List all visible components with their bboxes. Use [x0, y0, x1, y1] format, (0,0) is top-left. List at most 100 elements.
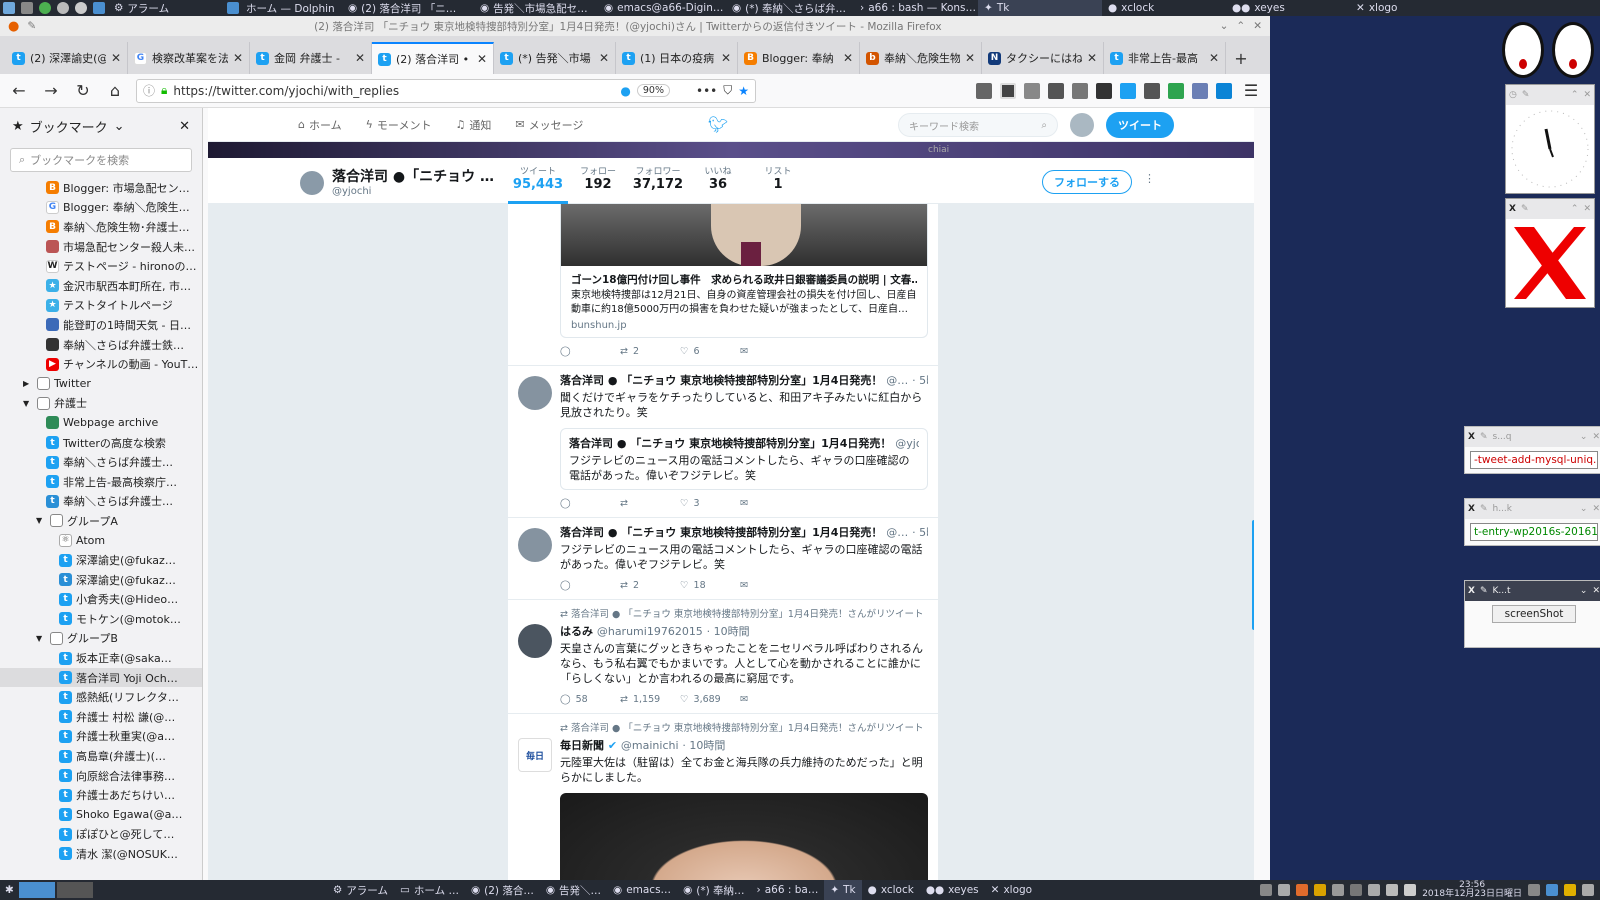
extension-icon[interactable]	[1096, 82, 1112, 99]
bookmark-item[interactable]: t 深澤諭史(@fukaz…	[0, 570, 202, 590]
extension-icon[interactable]	[1216, 82, 1232, 99]
chevron-down-icon[interactable]: ▼	[36, 634, 46, 643]
search-icon[interactable]: ⌕	[1041, 120, 1047, 131]
mini-window[interactable]: X ✎ K...t ⌄ ✕ screenShot	[1464, 580, 1600, 648]
xeyes-widget[interactable]	[1500, 16, 1600, 80]
input-method-icon[interactable]	[1296, 884, 1309, 896]
close-icon[interactable]: ✕	[965, 51, 975, 65]
chevron-up-icon[interactable]: ⌃	[1236, 20, 1245, 32]
pin-icon[interactable]: ✎	[1522, 90, 1530, 100]
forward-button[interactable]: →	[40, 80, 62, 102]
stat-followers[interactable]: フォロワー 37,172	[628, 164, 688, 204]
chevron-down-icon[interactable]: ⌄	[114, 119, 125, 134]
toggle-icon[interactable]: ●	[620, 84, 630, 98]
close-icon[interactable]: ✕	[111, 51, 121, 65]
pin-icon[interactable]: ✎	[1521, 204, 1529, 214]
task-alarm[interactable]: ⚙ アラーム	[108, 0, 218, 16]
close-icon[interactable]: ✕	[1592, 432, 1600, 442]
close-icon[interactable]: ✕	[1583, 204, 1591, 214]
menu-icon[interactable]: ☰	[1240, 80, 1262, 102]
network-icon[interactable]	[1368, 884, 1381, 896]
bookmark-item[interactable]: t 弁護士あだちけい…	[0, 785, 202, 805]
profile-handle[interactable]: @yjochi	[332, 186, 371, 197]
reply-button[interactable]: ◯	[560, 580, 620, 591]
star-icon[interactable]: ★	[738, 84, 749, 98]
chevron-down-icon[interactable]: ⌄	[1580, 586, 1588, 596]
retweet-button[interactable]: ⇄ 2	[620, 580, 680, 591]
desktop-pager-1[interactable]	[18, 882, 55, 898]
chevron-down-icon[interactable]: ⌄	[1580, 504, 1588, 514]
task-tk[interactable]: ✦ Tk	[978, 0, 1102, 16]
task-dolphin[interactable]: ▭ ホーム …	[394, 880, 465, 900]
screenshot-button[interactable]: screenShot	[1491, 605, 1577, 623]
task-firefox[interactable]: ◉ (*) 奉納＼さらば弁…	[726, 0, 854, 16]
launcher-icon[interactable]	[57, 2, 69, 14]
tweet-photo[interactable]	[560, 793, 928, 880]
tweet[interactable]: 落合洋司 ● 「ニチョウ 東京地検特捜部特別分室」1月4日発売！ @… · 5時…	[508, 366, 938, 518]
bookmark-item[interactable]: t 小倉秀夫(@Hideo…	[0, 589, 202, 609]
browser-tab[interactable]: t (*) 告発＼市場 ✕	[494, 42, 616, 74]
tray-icon[interactable]	[1260, 884, 1273, 896]
close-icon[interactable]: ✕	[1592, 504, 1600, 514]
bookmark-folder[interactable]: ▼ グループA	[0, 511, 202, 531]
extension-icon[interactable]	[1024, 82, 1040, 99]
menu-icon[interactable]	[1582, 884, 1594, 896]
close-icon[interactable]: ✕	[843, 51, 853, 65]
retweet-button[interactable]: ⇄	[620, 498, 680, 509]
stat-likes[interactable]: いいね 36	[688, 164, 748, 204]
extension-icon[interactable]	[1192, 82, 1208, 99]
dm-button[interactable]: ✉	[740, 694, 800, 705]
close-icon[interactable]: ✕	[179, 119, 190, 134]
twitter-search-input[interactable]: キーワード検索 ⌕	[898, 113, 1058, 137]
tweet-button[interactable]: ツイート	[1106, 112, 1174, 138]
bookmark-item[interactable]: t 弁護士 村松 謙(@…	[0, 707, 202, 727]
stat-following[interactable]: フォロー 192	[568, 164, 628, 204]
nav-moments[interactable]: ϟ モーメント	[366, 117, 432, 133]
close-icon[interactable]: ✕	[1253, 20, 1262, 32]
bookmark-folder[interactable]: ▶ Twitter	[0, 374, 202, 394]
bookmark-item[interactable]: t 奉納＼さらば弁護士…	[0, 452, 202, 472]
bookmark-item[interactable]: t 坂本正幸(@saka…	[0, 648, 202, 668]
nav-messages[interactable]: ✉ メッセージ	[515, 117, 583, 133]
bookmark-item[interactable]: t Twitterの高度な検索	[0, 433, 202, 453]
chevron-down-icon[interactable]: ▼	[36, 516, 46, 525]
stat-lists[interactable]: リスト 1	[748, 164, 808, 204]
task-firefox[interactable]: ◉ 告発＼市場急配セ…	[474, 0, 598, 16]
command-input[interactable]: t-entry-wp2016s-20161	[1470, 523, 1598, 541]
extension-icon[interactable]	[1072, 82, 1088, 99]
launcher-icon[interactable]	[39, 2, 51, 14]
bookmark-item[interactable]: t 非常上告-最高検察庁…	[0, 472, 202, 492]
bookmark-item[interactable]: t 奉納＼さらば弁護士…	[0, 492, 202, 512]
clipboard-icon[interactable]	[1144, 82, 1160, 99]
tray-icon[interactable]	[1332, 884, 1345, 896]
mainichi-logo-icon[interactable]: 毎日	[518, 738, 552, 772]
avatar[interactable]	[300, 171, 324, 195]
avatar[interactable]	[518, 376, 552, 410]
close-icon[interactable]: ✕	[1209, 51, 1219, 65]
profile-name[interactable]: 落合洋司 ●「ニチョウ …	[332, 166, 494, 186]
task-firefox[interactable]: ◉ (*) 奉納…	[677, 880, 750, 900]
browser-tab[interactable]: G 検察改革案を法 ✕	[128, 42, 250, 74]
browser-tab[interactable]: t 非常上告-最高 ✕	[1104, 42, 1226, 74]
tweet[interactable]: 落合洋司 ● 「ニチョウ 東京地検特捜部特別分室」1月4日発売！ @… · 5時…	[508, 518, 938, 600]
dm-button[interactable]: ✉	[740, 498, 800, 509]
bookmark-item[interactable]: t ぽぽひと@死して…	[0, 825, 202, 845]
browser-tab[interactable]: B Blogger: 奉納 ✕	[738, 42, 860, 74]
bookmark-item[interactable]: ⚛ Atom	[0, 531, 202, 551]
tray-icon[interactable]	[1564, 884, 1576, 896]
close-icon[interactable]: ✕	[477, 52, 487, 66]
chevron-right-icon[interactable]: ▶	[23, 379, 33, 388]
task-firefox[interactable]: ◉ (2) 落合…	[465, 880, 540, 900]
bookmark-item[interactable]: G Blogger: 奉納＼危険生…	[0, 198, 202, 218]
mini-window[interactable]: X ✎ h...k ⌄ ✕ t-entry-wp2016s-20161	[1464, 498, 1600, 546]
avatar[interactable]	[1070, 113, 1094, 137]
bookmark-item[interactable]: t 感熱紙(リフレクタ…	[0, 687, 202, 707]
bookmark-item[interactable]: t 向原総合法律事務…	[0, 766, 202, 786]
task-dolphin[interactable]: ホーム — Dolphin	[218, 0, 342, 16]
bookmark-item[interactable]: t 高島章(弁護士)(…	[0, 746, 202, 766]
tray-icon[interactable]	[1350, 884, 1363, 896]
tweet-author[interactable]: 落合洋司 ● 「ニチョウ 東京地検特捜部特別分室」1月4日発売！ @… · 5時…	[560, 524, 928, 540]
bookmark-item[interactable]: t Shoko Egawa(@a…	[0, 805, 202, 825]
browser-tab[interactable]: t (2) 深澤諭史(@ ✕	[6, 42, 128, 74]
task-xeyes[interactable]: ●● xeyes	[1226, 0, 1350, 16]
